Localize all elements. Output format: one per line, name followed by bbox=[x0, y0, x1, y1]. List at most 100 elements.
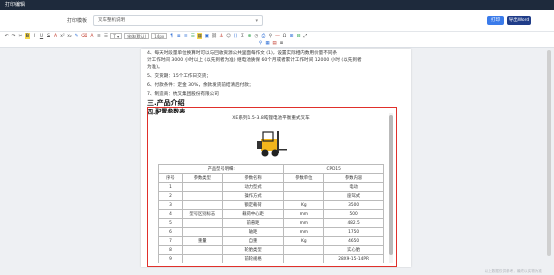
header-value: 参数内容 bbox=[323, 173, 384, 183]
header-unit: 参数单位 bbox=[283, 173, 325, 183]
italic-button[interactable]: I bbox=[32, 33, 37, 39]
code-icon[interactable]: ⟨⟩ bbox=[233, 33, 238, 39]
source-code-icon[interactable]: ⚲ bbox=[258, 40, 263, 46]
spec-scrollbar[interactable] bbox=[389, 113, 393, 263]
format-painter-icon[interactable]: ✎ bbox=[74, 33, 79, 39]
cell-unit: mm bbox=[283, 209, 325, 219]
cell-name: 前悬距 bbox=[221, 218, 285, 228]
cell-unit: Kg bbox=[283, 236, 325, 246]
paragraph-icon[interactable]: ¶ bbox=[169, 33, 174, 39]
cell-no: 3 bbox=[158, 200, 183, 210]
redo-icon[interactable]: ↷ bbox=[11, 33, 16, 39]
doc-line-5: 6、付款条件：定金 30%，余款发货前结清后付款； bbox=[147, 83, 254, 88]
cell-unit: mm bbox=[283, 227, 325, 237]
doc-line-3: 为准)。 bbox=[147, 65, 163, 70]
date-icon[interactable]: ◷ bbox=[254, 33, 259, 39]
table-row: 1 动力型式 电动 bbox=[158, 182, 384, 192]
cell-type bbox=[181, 200, 223, 210]
underline-button[interactable]: U bbox=[39, 33, 44, 39]
undo-icon[interactable]: ↶ bbox=[4, 33, 9, 39]
cell-type bbox=[181, 182, 223, 192]
doc-line-6: 7、制造商：杭叉集团股份有限公司 bbox=[147, 92, 219, 97]
strikethrough-button[interactable]: S bbox=[46, 33, 51, 39]
table-row: 3 额定载荷 Kg 3500 bbox=[158, 200, 384, 210]
horizontal-rule-icon[interactable]: ― bbox=[275, 33, 280, 39]
font-size-select[interactable]: 14px bbox=[151, 33, 168, 39]
template-select[interactable]: 叉车整机说明 ▾ bbox=[93, 15, 263, 26]
link-icon[interactable]: ⛓ bbox=[211, 33, 217, 39]
superscript-button[interactable]: x² bbox=[60, 33, 65, 39]
delete-table-icon[interactable]: ▤ bbox=[272, 40, 277, 46]
spechars-icon[interactable]: Ω bbox=[282, 33, 287, 39]
table-merge-icon[interactable]: ⊞ bbox=[289, 33, 294, 39]
model-label: 产品型号明细: bbox=[158, 164, 285, 174]
cell-name: 前轮规格 bbox=[221, 254, 285, 263]
table-split-icon[interactable]: ⊟ bbox=[296, 33, 301, 39]
doc-line-1: 4、每天时段量单位换算时可以与回收资源公共里面每作文 (1)，设置实际相内数用价… bbox=[147, 51, 338, 56]
print-preview-icon[interactable]: ⎙ bbox=[261, 33, 266, 39]
align-right-icon[interactable]: ≡ bbox=[183, 33, 188, 39]
emotion-icon[interactable]: ☺ bbox=[226, 33, 231, 39]
subscript-button[interactable]: x₂ bbox=[67, 33, 72, 39]
cell-type bbox=[181, 245, 223, 255]
cell-name: 自重 bbox=[221, 236, 285, 246]
cell-value: 28X9-15-14PR bbox=[323, 254, 384, 263]
header-type: 参数类型 bbox=[181, 173, 223, 183]
cell-value: 座驾式 bbox=[323, 191, 384, 201]
cell-value: 1750 bbox=[323, 227, 384, 237]
font-family-select[interactable]: 宋体(默认) bbox=[124, 33, 150, 39]
font-color-button[interactable]: A bbox=[53, 33, 58, 39]
fullscreen-icon[interactable]: ⤢ bbox=[303, 33, 308, 39]
table-insert-icon[interactable]: ▦ bbox=[197, 33, 203, 39]
anchor-icon[interactable]: ⚓ bbox=[219, 33, 224, 39]
cell-type bbox=[181, 254, 223, 263]
editor-toolbar: ↶ ↷ ✂ B I U S A x² x₂ ✎ ⌫ A ≡ ☰ T ▾ 宋体(默… bbox=[0, 32, 554, 48]
search-replace-icon[interactable]: ⚲ bbox=[268, 33, 273, 39]
map-icon[interactable]: ⊕ bbox=[247, 33, 252, 39]
toolbar-row-2: ⚲ ▦ ▤ ≣ bbox=[258, 40, 284, 47]
list-icon[interactable]: ☰ bbox=[103, 33, 108, 39]
align-center-icon[interactable]: ≣ bbox=[176, 33, 181, 39]
cell-name: 轮胎类型 bbox=[221, 245, 285, 255]
print-button[interactable]: 打印 bbox=[487, 16, 504, 25]
spec-title: XE系列1.5-3.8吨锂电池平衡重式叉车 bbox=[232, 116, 310, 121]
doc-line-2: 计工作时间 3000 小时以上 (以先到者为准) 继电池质保 60个月或者累计工… bbox=[147, 58, 362, 63]
page-scrollbar[interactable] bbox=[547, 50, 551, 266]
cell-value: 500 bbox=[323, 209, 384, 219]
cell-unit bbox=[283, 191, 325, 201]
cell-name: 动力型式 bbox=[221, 182, 285, 192]
cell-value: 4650 bbox=[323, 236, 384, 246]
table-row: 6 轴距 mm 1750 bbox=[158, 227, 384, 237]
highlight-color-button[interactable]: A bbox=[89, 33, 94, 39]
align-left-icon[interactable]: ≡ bbox=[96, 33, 101, 39]
page-scrollbar-thumb[interactable] bbox=[547, 50, 551, 256]
cell-type: 型号区别标志 bbox=[181, 209, 223, 219]
cell-value: 实心胎 bbox=[323, 245, 384, 255]
formula-icon[interactable]: Σ bbox=[240, 33, 245, 39]
cell-type bbox=[181, 191, 223, 201]
image-insert-icon[interactable]: ▣ bbox=[204, 33, 209, 39]
cell-unit bbox=[283, 254, 325, 263]
cell-no: 2 bbox=[158, 191, 183, 201]
justify-icon[interactable]: ☰ bbox=[190, 33, 195, 39]
table-row: 5 前悬距 mm 482.5 bbox=[158, 218, 384, 228]
window-titlebar: 打印编辑 bbox=[0, 0, 554, 10]
cell-type bbox=[181, 218, 223, 228]
bold-button[interactable]: B bbox=[25, 33, 30, 39]
cell-name: 轴距 bbox=[221, 227, 285, 237]
cell-unit: Kg bbox=[283, 200, 325, 210]
cut-icon[interactable]: ✂ bbox=[18, 33, 23, 39]
cell-no: 1 bbox=[158, 182, 183, 192]
insert-table-icon[interactable]: ▦ bbox=[265, 40, 270, 46]
spec-scrollbar-thumb[interactable] bbox=[389, 115, 393, 255]
chevron-down-icon: ▾ bbox=[255, 18, 258, 24]
model-value: CPD15 bbox=[283, 164, 384, 174]
paragraph-format-select[interactable]: T ▾ bbox=[110, 33, 123, 39]
help-icon[interactable]: ≣ bbox=[279, 40, 284, 46]
clear-format-icon[interactable]: ⌫ bbox=[81, 33, 87, 39]
export-word-button[interactable]: 导出Word bbox=[507, 16, 531, 25]
toolbar-row-1: ↶ ↷ ✂ B I U S A x² x₂ ✎ ⌫ A ≡ ☰ T ▾ 宋体(默… bbox=[4, 33, 308, 40]
template-select-value: 叉车整机说明 bbox=[98, 18, 125, 23]
cell-unit bbox=[283, 245, 325, 255]
cell-name: 载荷中心距 bbox=[221, 209, 285, 219]
